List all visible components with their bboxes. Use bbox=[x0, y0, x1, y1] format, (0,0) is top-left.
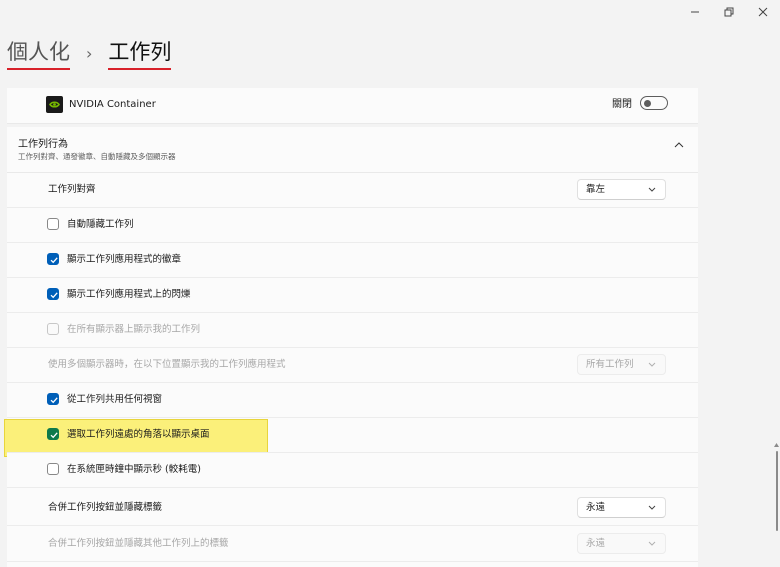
chevron-up-icon[interactable] bbox=[674, 141, 684, 148]
window-caption-buttons bbox=[678, 0, 780, 24]
checkmark-icon bbox=[50, 397, 58, 404]
taskbar-behaviors-section-bottom: 在系統匣時鐘中顯示秒 (較耗電) 合併工作列按鈕並隱藏標籤 永遠 合併工作列按鈕… bbox=[7, 453, 698, 567]
scrollbar-thumb[interactable] bbox=[776, 451, 778, 531]
chevron-down-icon bbox=[648, 362, 656, 367]
show-seconds-checkbox[interactable] bbox=[47, 463, 59, 475]
taskbar-alignment-dropdown[interactable]: 靠左 bbox=[577, 179, 666, 200]
show-badges-row: 顯示工作列應用程式的徽章 bbox=[7, 243, 698, 278]
combine-other-label: 合併工作列按鈕並隱藏其他工作列上的標籤 bbox=[48, 538, 229, 549]
multi-display-label: 使用多個顯示器時，在以下位置顯示我的工作列應用程式 bbox=[48, 359, 286, 370]
checkmark-icon bbox=[50, 257, 58, 264]
corner-desktop-label: 選取工作列遠處的角落以顯示桌面 bbox=[67, 429, 210, 440]
auto-hide-checkbox[interactable] bbox=[47, 218, 59, 230]
breadcrumb: 個人化 › 工作列 bbox=[7, 36, 172, 70]
multi-display-dropdown[interactable]: 所有工作列 bbox=[577, 354, 666, 375]
combine-other-dropdown[interactable]: 永遠 bbox=[577, 533, 666, 554]
minimize-icon bbox=[691, 11, 699, 13]
nvidia-container-row: NVIDIA Container 關閉 bbox=[7, 88, 698, 124]
combine-other-row: 合併工作列按鈕並隱藏其他工作列上的標籤 永遠 bbox=[7, 527, 698, 562]
breadcrumb-parent-link[interactable]: 個人化 bbox=[7, 36, 70, 70]
combine-buttons-label: 合併工作列按鈕並隱藏標籤 bbox=[48, 502, 163, 513]
taskbar-behaviors-header[interactable]: 工作列行為 工作列對齊、通發徽章、自動隱藏及多個顯示器 bbox=[7, 127, 698, 173]
combine-buttons-value: 永遠 bbox=[586, 502, 606, 513]
show-flashing-label: 顯示工作列應用程式上的閃爍 bbox=[67, 289, 191, 300]
close-icon bbox=[758, 7, 768, 17]
page-title: 工作列 bbox=[108, 36, 172, 70]
share-window-checkbox[interactable] bbox=[47, 393, 59, 405]
show-badges-label: 顯示工作列應用程式的徽章 bbox=[67, 254, 182, 265]
corner-desktop-row: 選取工作列遠處的角落以顯示桌面 bbox=[7, 418, 698, 453]
share-window-label: 從工作列共用任何視窗 bbox=[67, 394, 163, 405]
auto-hide-row: 自動隱藏工作列 bbox=[7, 208, 698, 243]
checkmark-icon bbox=[50, 432, 58, 439]
toggle-knob bbox=[644, 99, 651, 107]
all-displays-checkbox[interactable] bbox=[47, 323, 59, 335]
show-flashing-row: 顯示工作列應用程式上的閃爍 bbox=[7, 278, 698, 313]
restore-button[interactable] bbox=[712, 0, 746, 24]
nvidia-toggle-state-label: 關閉 bbox=[612, 99, 632, 110]
show-seconds-label: 在系統匣時鐘中顯示秒 (較耗電) bbox=[67, 464, 201, 475]
chevron-down-icon bbox=[648, 541, 656, 546]
multi-display-value: 所有工作列 bbox=[586, 359, 634, 370]
taskbar-alignment-value: 靠左 bbox=[586, 184, 606, 195]
nvidia-container-label: NVIDIA Container bbox=[69, 99, 156, 110]
show-seconds-row: 在系統匣時鐘中顯示秒 (較耗電) bbox=[7, 453, 698, 488]
show-flashing-checkbox[interactable] bbox=[47, 288, 59, 300]
show-badges-checkbox[interactable] bbox=[47, 253, 59, 265]
taskbar-behaviors-title: 工作列行為 bbox=[18, 139, 68, 150]
breadcrumb-separator-icon: › bbox=[86, 43, 93, 63]
chevron-down-icon bbox=[648, 187, 656, 192]
nvidia-container-toggle[interactable] bbox=[640, 96, 668, 110]
restore-icon bbox=[724, 7, 734, 17]
combine-buttons-dropdown[interactable]: 永遠 bbox=[577, 497, 666, 518]
auto-hide-label: 自動隱藏工作列 bbox=[67, 219, 134, 230]
taskbar-alignment-label: 工作列對齊 bbox=[48, 184, 96, 195]
minimize-button[interactable] bbox=[678, 0, 712, 24]
combine-buttons-row: 合併工作列按鈕並隱藏標籤 永遠 bbox=[7, 491, 698, 526]
corner-desktop-checkbox[interactable] bbox=[47, 428, 59, 440]
checkmark-icon bbox=[50, 292, 58, 299]
nvidia-icon bbox=[46, 96, 63, 113]
all-displays-label: 在所有顯示器上顯示我的工作列 bbox=[67, 324, 201, 335]
multi-display-row: 使用多個顯示器時，在以下位置顯示我的工作列應用程式 所有工作列 bbox=[7, 348, 698, 383]
combine-other-value: 永遠 bbox=[586, 538, 606, 549]
scroll-up-icon[interactable] bbox=[772, 441, 780, 449]
taskbar-behaviors-subtitle: 工作列對齊、通發徽章、自動隱藏及多個顯示器 bbox=[18, 152, 176, 161]
all-displays-row: 在所有顯示器上顯示我的工作列 bbox=[7, 313, 698, 348]
share-window-row: 從工作列共用任何視窗 bbox=[7, 383, 698, 418]
chevron-down-icon bbox=[648, 505, 656, 510]
taskbar-alignment-row: 工作列對齊 靠左 bbox=[7, 173, 698, 208]
